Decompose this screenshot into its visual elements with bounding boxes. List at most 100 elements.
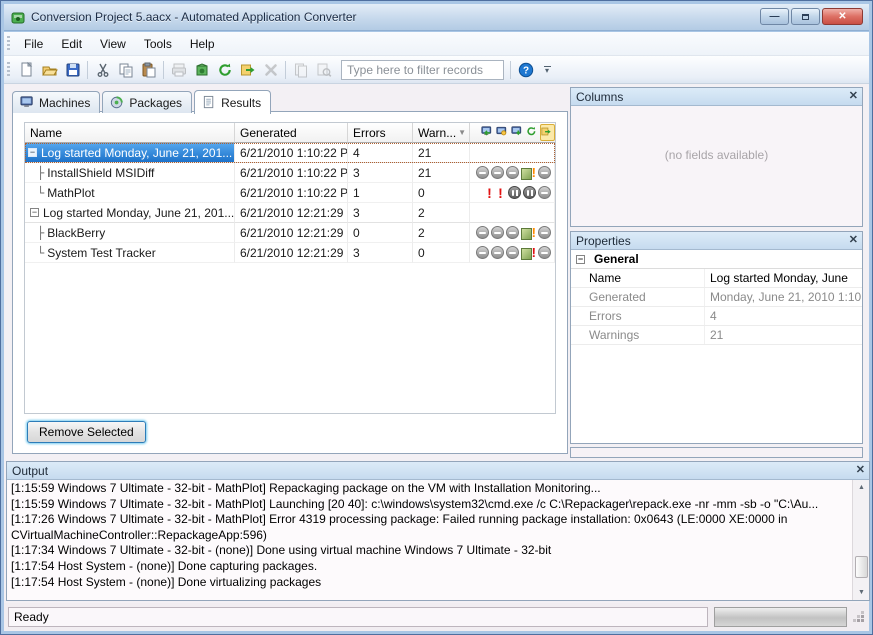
menu-file[interactable]: File — [15, 34, 52, 54]
collapse-icon[interactable]: − — [576, 255, 585, 264]
skipped-icon — [491, 166, 504, 179]
output-panel-header[interactable]: Output ✕ — [7, 462, 869, 480]
table-row[interactable]: ├InstallShield MSIDiff6/21/2010 1:10:22 … — [25, 163, 555, 183]
property-value: 4 — [705, 307, 862, 325]
vm-snapshot-icon[interactable] — [495, 124, 510, 141]
vm-import-icon[interactable] — [480, 124, 495, 141]
deploy-export-button[interactable] — [236, 59, 259, 81]
open-button[interactable] — [38, 59, 61, 81]
filter-dropdown-icon[interactable]: ▼ — [458, 128, 466, 137]
save-button[interactable] — [61, 59, 84, 81]
table-row[interactable]: −Log started Monday, June 21, 201...6/21… — [25, 203, 555, 223]
column-header-errors[interactable]: Errors — [348, 123, 413, 143]
toolbar-grip[interactable] — [7, 62, 10, 78]
cut-button[interactable] — [91, 59, 114, 81]
preview-button — [312, 59, 335, 81]
tab-packages[interactable]: Packages — [102, 91, 192, 113]
open-icon — [42, 62, 58, 78]
results-panel: NameGeneratedErrorsWarn...▼ −Log started… — [12, 111, 568, 454]
cell-warnings: 21 — [413, 143, 470, 163]
error-icon: ! — [495, 185, 506, 201]
toolbar: ? ▾ — [4, 56, 869, 84]
cell-errors: 3 — [348, 203, 413, 223]
output-log[interactable]: [1:15:59 Windows 7 Ultimate - 32-bit - M… — [8, 480, 851, 599]
column-header-generated[interactable]: Generated — [235, 123, 348, 143]
property-row[interactable]: Errors4 — [571, 307, 862, 326]
cell-generated: 6/21/2010 1:10:22 PM — [235, 143, 348, 163]
column-header-warn[interactable]: Warn...▼ — [413, 123, 470, 143]
help-icon: ? — [518, 62, 534, 78]
tab-strip: MachinesPackagesResults — [12, 88, 273, 112]
close-icon[interactable]: ✕ — [849, 235, 858, 246]
scroll-down-icon[interactable]: ▼ — [853, 585, 870, 600]
copy-button[interactable] — [114, 59, 137, 81]
cell-name: −Log started Monday, June 21, 201... — [25, 143, 235, 163]
remove-selected-button[interactable]: Remove Selected — [27, 421, 146, 443]
output-scrollbar[interactable]: ▲ ▼ — [852, 480, 869, 600]
results-table[interactable]: NameGeneratedErrorsWarn...▼ −Log started… — [24, 122, 556, 414]
property-row[interactable]: Warnings21 — [571, 326, 862, 345]
cell-status-icons: !! — [470, 183, 555, 203]
output-line: [1:17:54 Host System - (none)] Done capt… — [11, 559, 848, 575]
row-name: System Test Tracker — [47, 246, 155, 260]
menu-tools[interactable]: Tools — [135, 34, 181, 54]
skipped-icon — [538, 226, 551, 239]
skipped-icon — [476, 246, 489, 259]
menu-bar: FileEditViewToolsHelp — [4, 32, 869, 56]
close-button[interactable]: ✕ — [822, 8, 863, 25]
client-area: MachinesPackagesResults NameGeneratedErr… — [4, 84, 869, 604]
output-line: CVirtualMachineController::RepackageApp:… — [11, 528, 848, 544]
property-row[interactable]: GeneratedMonday, June 21, 2010 1:10 — [571, 288, 862, 307]
run-refresh-button[interactable] — [213, 59, 236, 81]
close-icon[interactable]: ✕ — [856, 465, 865, 476]
paste-icon — [141, 62, 157, 78]
filter-input[interactable] — [341, 60, 504, 80]
table-row[interactable]: └MathPlot6/21/2010 1:10:22 PM10!! — [25, 183, 555, 203]
menu-edit[interactable]: Edit — [52, 34, 91, 54]
svg-text:?: ? — [522, 65, 528, 76]
column-header-label: Generated — [240, 126, 297, 140]
title-bar[interactable]: Conversion Project 5.aacx - Automated Ap… — [4, 4, 869, 31]
row-name: Log started Monday, June 21, 201... — [43, 206, 234, 220]
new-button[interactable] — [15, 59, 38, 81]
table-row[interactable]: −Log started Monday, June 21, 201...6/21… — [25, 143, 555, 163]
toolbar-overflow-icon[interactable]: ▾ — [541, 66, 553, 74]
close-icon[interactable]: ✕ — [849, 91, 858, 102]
cell-errors: 3 — [348, 243, 413, 263]
collapse-icon[interactable]: − — [30, 208, 39, 217]
properties-panel-header[interactable]: Properties ✕ — [571, 232, 862, 250]
column-header-name[interactable]: Name — [25, 123, 235, 143]
resize-grip[interactable] — [853, 611, 865, 623]
help-button[interactable]: ? — [514, 59, 537, 81]
collapse-icon[interactable]: − — [28, 148, 37, 157]
property-label: Generated — [571, 288, 705, 306]
tab-results[interactable]: Results — [194, 90, 271, 114]
export-icon[interactable] — [540, 124, 555, 141]
output-line: [1:17:26 Windows 7 Ultimate - 32-bit - M… — [11, 512, 848, 528]
menu-view[interactable]: View — [91, 34, 135, 54]
table-row[interactable]: ├BlackBerry6/21/2010 12:21:29 ...02 — [25, 223, 555, 243]
tab-machines[interactable]: Machines — [12, 91, 100, 113]
error-icon: ! — [484, 185, 495, 201]
scrollbar-thumb[interactable] — [855, 556, 868, 578]
restore-button[interactable] — [791, 8, 820, 25]
scroll-up-icon[interactable]: ▲ — [853, 480, 870, 495]
property-label: Errors — [571, 307, 705, 325]
table-row[interactable]: └System Test Tracker6/21/2010 12:21:29 .… — [25, 243, 555, 263]
app-icon — [10, 9, 26, 25]
skipped-icon — [491, 246, 504, 259]
columns-panel-header[interactable]: Columns ✕ — [571, 88, 862, 106]
menu-help[interactable]: Help — [181, 34, 224, 54]
properties-group-general[interactable]: − General — [571, 250, 862, 269]
property-row[interactable]: NameLog started Monday, June — [571, 269, 862, 288]
collapsed-panel-strip[interactable] — [570, 447, 863, 458]
build-package-button[interactable] — [190, 59, 213, 81]
refresh-icon[interactable] — [525, 124, 540, 141]
print-icon — [171, 62, 187, 78]
minimize-button[interactable]: — — [760, 8, 789, 25]
menubar-grip[interactable] — [7, 36, 10, 52]
tree-branch: ├ — [37, 226, 44, 240]
vm-capture-icon[interactable] — [510, 124, 525, 141]
cell-status-icons — [470, 143, 555, 163]
paste-button[interactable] — [137, 59, 160, 81]
